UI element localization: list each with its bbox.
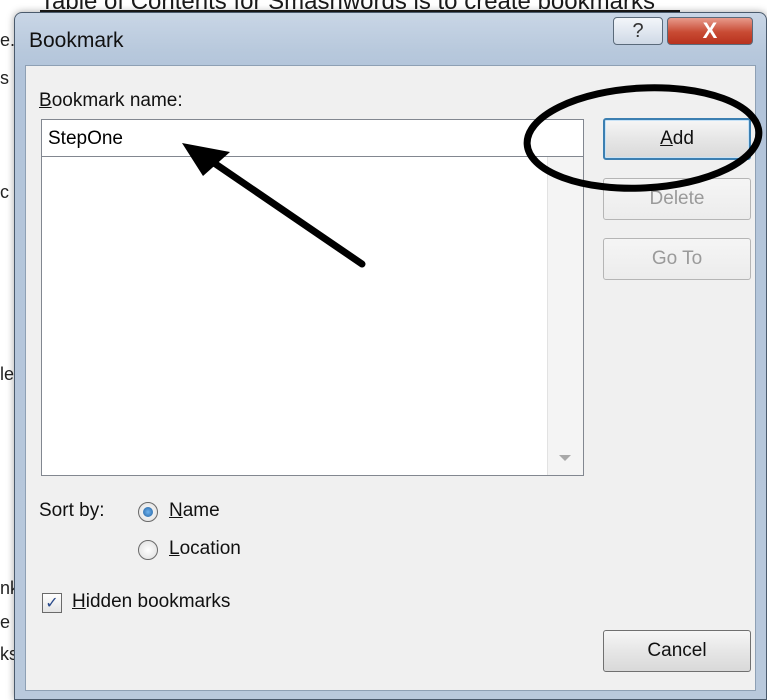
go-to-button[interactable]: Go To bbox=[603, 238, 751, 280]
sort-by-label: Sort by: bbox=[39, 500, 105, 521]
sort-location-radio[interactable] bbox=[138, 540, 158, 560]
sort-name-radio[interactable] bbox=[138, 502, 158, 522]
close-button[interactable]: X bbox=[667, 17, 753, 45]
sort-location-label[interactable]: Location bbox=[169, 538, 241, 560]
delete-button[interactable]: Delete bbox=[603, 178, 751, 220]
bookmark-dialog: Bookmark ? X Bookmark name: StepOne Add … bbox=[14, 12, 767, 700]
help-button[interactable]: ? bbox=[613, 17, 663, 45]
bookmark-name-input[interactable]: StepOne bbox=[41, 119, 584, 157]
dialog-body: Bookmark name: StepOne Add Delete Go To … bbox=[25, 65, 756, 691]
sort-name-label[interactable]: Name bbox=[169, 500, 220, 522]
list-scrollbar[interactable] bbox=[547, 157, 583, 475]
dialog-title: Bookmark bbox=[29, 29, 124, 52]
background-fragment: le bbox=[0, 364, 15, 384]
close-icon: X bbox=[702, 18, 718, 43]
bookmark-list[interactable] bbox=[41, 156, 584, 476]
scroll-down-arrow-icon[interactable] bbox=[559, 455, 571, 461]
title-bar[interactable]: Bookmark ? X bbox=[15, 13, 766, 65]
add-button[interactable]: Add bbox=[603, 118, 751, 160]
background-fragment: c bbox=[0, 182, 9, 202]
bookmark-name-label: Bookmark name: bbox=[39, 90, 183, 111]
hidden-bookmarks-label[interactable]: Hidden bookmarks bbox=[72, 591, 230, 613]
cancel-button[interactable]: Cancel bbox=[603, 630, 751, 672]
hidden-bookmarks-checkbox[interactable]: ✓ bbox=[42, 593, 62, 613]
background-fragment: e bbox=[0, 612, 11, 632]
background-fragment: e. bbox=[0, 30, 16, 50]
help-icon: ? bbox=[632, 19, 644, 42]
